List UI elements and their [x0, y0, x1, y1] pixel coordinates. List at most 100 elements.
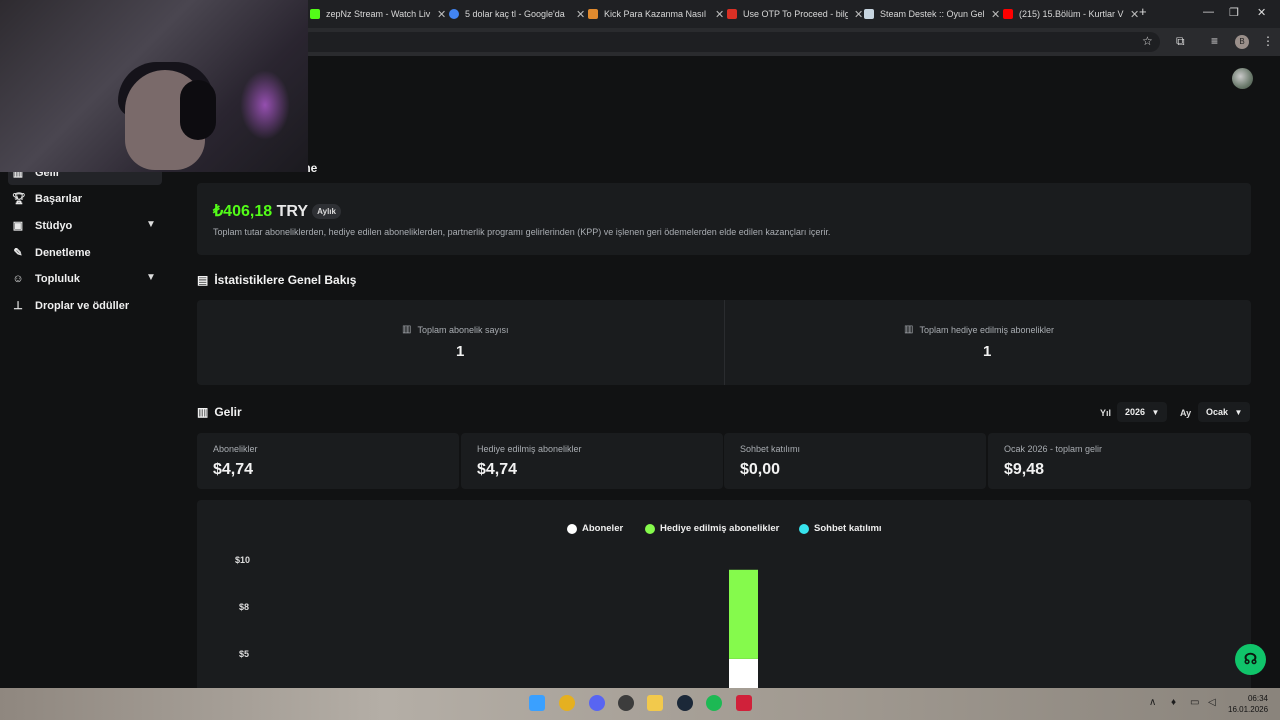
tab-title: (215) 15.Bölüm - Kurtlar V [1019, 9, 1124, 19]
sidebar-item-label: Droplar ve ödüller [35, 300, 130, 312]
sidebar-item-denetleme[interactable]: ✎ Denetleme [12, 243, 162, 263]
user-avatar[interactable] [1232, 68, 1253, 89]
month-select-value: Ocak [1206, 407, 1229, 417]
revenue-card-label: Abonelikler [213, 444, 258, 454]
chrome-icon[interactable] [559, 695, 575, 711]
revenue-card-label: Hediye edilmiş abonelikler [477, 444, 582, 454]
new-tab-button[interactable]: + [1139, 4, 1147, 19]
tab-favicon [449, 9, 459, 19]
close-tab-icon[interactable]: ✕ [576, 8, 585, 21]
community-icon: ☺ [12, 273, 24, 285]
close-window-icon[interactable]: ✕ [1257, 6, 1266, 19]
period-badge: Aylık [312, 204, 341, 220]
volume-icon[interactable]: ◁ [1208, 697, 1216, 708]
close-tab-icon[interactable]: ✕ [1130, 8, 1139, 21]
menu-dots-icon[interactable]: ⋮ [1262, 34, 1274, 48]
app-icon[interactable] [736, 695, 752, 711]
spotify-icon[interactable] [706, 695, 722, 711]
close-tab-icon[interactable]: ✕ [991, 8, 1000, 21]
clock-time: 06:34 [1247, 694, 1268, 703]
year-select-value: 2026 [1125, 407, 1146, 417]
sidebar-item-label: Denetleme [35, 247, 91, 259]
earnings-amount-row: ₺406,18 TRY Aylık [213, 201, 341, 221]
year-label: Yıl [1100, 408, 1112, 418]
obs-icon[interactable] [618, 695, 634, 711]
browser-tab[interactable]: Use OTP To Proceed - bilg ✕ [727, 4, 863, 24]
taskbar-clock[interactable]: 06:34 16.01.2026 [1228, 693, 1268, 715]
browser-tab[interactable]: (215) 15.Bölüm - Kurtlar V ✕ [1003, 4, 1139, 24]
close-tab-icon[interactable]: ✕ [854, 8, 863, 21]
overview-section-title: ▤ İstatistiklere Genel Bakış [197, 273, 356, 287]
bar-chart-icon: ▥ [402, 324, 412, 335]
browser-tab[interactable]: Kick Para Kazanma Nasıl ✕ [588, 4, 724, 24]
minimize-icon[interactable]: — [1203, 6, 1214, 18]
revenue-chart [729, 569, 758, 688]
revenue-card: Abonelikler $4,74 [197, 433, 459, 489]
discord-icon[interactable] [589, 695, 605, 711]
windows-start-icon[interactable] [529, 695, 545, 711]
tab-favicon [1003, 9, 1013, 19]
extensions-icon[interactable]: ⧉ [1176, 34, 1185, 49]
stats-icon: ▤ [197, 273, 209, 287]
studio-icon: ▣ [12, 220, 24, 232]
stat-label-total-subs: ▥ Toplam abonelik sayısı [402, 324, 509, 335]
tray-chevron-icon[interactable]: ∧ [1149, 697, 1156, 708]
close-tab-icon[interactable]: ✕ [437, 8, 446, 21]
sidebar-item-label: Başarılar [35, 193, 83, 205]
profile-avatar[interactable]: B [1235, 35, 1249, 49]
tab-title: 5 dolar kaç tl - Google'da [465, 9, 565, 19]
close-tab-icon[interactable]: ✕ [715, 8, 724, 21]
tab-favicon [727, 9, 737, 19]
chevron-down-icon: ▼ [1151, 408, 1160, 417]
maximize-icon[interactable]: ❐ [1229, 6, 1239, 19]
revenue-card: Sohbet katılımı $0,00 [724, 433, 986, 489]
tab-title: Use OTP To Proceed - bilg [743, 9, 848, 19]
stat-label-gifted-subs: ▥ Toplam hediye edilmiş abonelikler [904, 324, 1054, 335]
sidebar-item-droplar[interactable]: ⊥ Droplar ve ödüller [12, 296, 162, 316]
revenue-card: Ocak 2026 - toplam gelir $9,48 [988, 433, 1251, 489]
tab-favicon [310, 9, 320, 19]
support-chat-button[interactable]: ☊ [1235, 644, 1266, 675]
steam-icon[interactable] [677, 695, 693, 711]
sidebar-item-basarilar[interactable]: 🏆︎ Başarılar [12, 189, 162, 209]
sidebar-item-studyo[interactable]: ▣ Stüdyo ▼ [12, 216, 162, 236]
microphone-icon[interactable]: ♦ [1171, 697, 1176, 708]
tab-title: Steam Destek :: Oyun Gel [880, 9, 985, 19]
tab-title: Kick Para Kazanma Nasıl [604, 9, 707, 19]
network-icon[interactable]: ▭ [1190, 697, 1199, 708]
earnings-currency: TRY [276, 203, 308, 220]
sidebar-item-label: Topluluk [35, 273, 81, 285]
drops-icon: ⊥ [13, 300, 23, 312]
trophy-icon: 🏆︎ [12, 193, 26, 205]
revenue-card-value: $9,48 [1004, 461, 1045, 478]
webcam-overlay [0, 0, 308, 172]
revenue-section-title: ▥ Gelir [197, 405, 242, 419]
chevron-down-icon: ▼ [1234, 408, 1243, 417]
clock-date: 16.01.2026 [1228, 705, 1269, 714]
month-select[interactable]: Ocak ▼ [1198, 402, 1251, 422]
browser-tab[interactable]: 5 dolar kaç tl - Google'da ✕ [449, 4, 585, 24]
tab-favicon [588, 9, 598, 19]
revenue-card-value: $0,00 [740, 461, 781, 478]
overview-title-text: İstatistiklere Genel Bakış [214, 273, 357, 287]
chart-bar-segment[interactable] [729, 658, 758, 688]
overview-card [197, 300, 1251, 385]
tab-title: zepNz Stream - Watch Liv [326, 9, 431, 19]
chart-bar-segment[interactable] [729, 569, 758, 659]
bar-chart-icon: ▥ [197, 405, 209, 419]
media-control-icon[interactable]: ≡ [1211, 34, 1218, 48]
year-select[interactable]: 2026 ▼ [1117, 402, 1168, 422]
revenue-title-text: Gelir [214, 405, 242, 419]
bookmark-star-icon[interactable]: ☆ [1142, 34, 1153, 48]
browser-tab[interactable]: zepNz Stream - Watch Liv ✕ [310, 4, 446, 24]
sidebar-item-topluluk[interactable]: ☺ Topluluk ▼ [12, 269, 162, 289]
revenue-card-value: $4,74 [477, 461, 518, 478]
chevron-down-icon[interactable]: ▼ [146, 272, 156, 283]
file-explorer-icon[interactable] [647, 695, 663, 711]
earnings-description: Toplam tutar aboneliklerden, hediye edil… [213, 227, 831, 237]
address-bar[interactable] [300, 32, 1160, 52]
chevron-down-icon[interactable]: ▼ [146, 219, 156, 230]
stat-label-text: Toplam abonelik sayısı [417, 324, 509, 335]
browser-tab[interactable]: Steam Destek :: Oyun Gel ✕ [864, 4, 1000, 24]
sidebar-item-label: Stüdyo [35, 220, 73, 232]
